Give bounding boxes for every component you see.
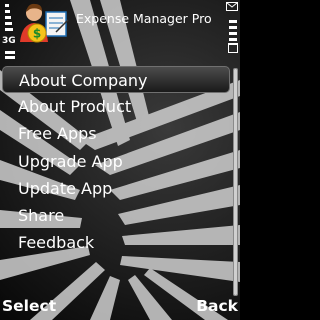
menu-item-upgrade-app[interactable]: Upgrade App xyxy=(0,148,232,175)
user-money-icon: $ xyxy=(20,3,69,43)
menu-item-feedback[interactable]: Feedback xyxy=(0,229,232,256)
options-menu: About Company About Product Free Apps Up… xyxy=(0,66,232,256)
phone-screen: 3G $ Expense Manager Pro About Company A… xyxy=(0,0,240,320)
title-bar: 3G $ Expense Manager Pro xyxy=(0,0,240,62)
menu-item-about-company[interactable]: About Company xyxy=(2,66,230,94)
network-type-label: 3G xyxy=(2,36,16,46)
select-softkey[interactable]: Select xyxy=(2,296,56,316)
menu-item-about-product[interactable]: About Product xyxy=(0,93,232,120)
envelope-icon xyxy=(226,2,238,11)
scrollbar-thumb[interactable] xyxy=(234,69,237,295)
menu-item-update-app[interactable]: Update App xyxy=(0,175,232,202)
menu-item-free-apps[interactable]: Free Apps xyxy=(0,120,232,147)
app-title: Expense Manager Pro xyxy=(76,11,212,26)
menu-item-share[interactable]: Share xyxy=(0,202,232,229)
battery-outline-icon xyxy=(228,43,238,53)
signal-strength-icon xyxy=(2,4,16,60)
svg-text:$: $ xyxy=(33,27,41,41)
back-softkey[interactable]: Back xyxy=(196,296,238,316)
